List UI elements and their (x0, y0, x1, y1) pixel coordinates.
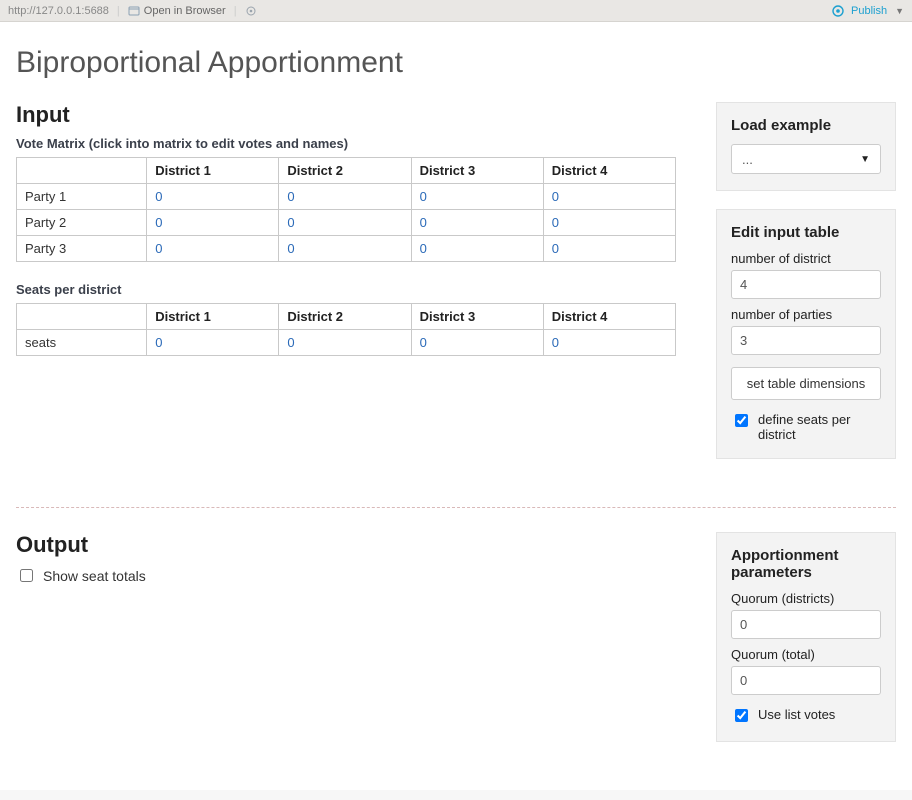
input-sidebar: Load example ... ▼ Edit input table numb… (716, 102, 896, 477)
load-example-selected: ... (742, 152, 753, 167)
vote-cell[interactable]: 0 (411, 236, 543, 262)
output-heading: Output (16, 532, 682, 558)
vote-cell[interactable]: 0 (147, 210, 279, 236)
section-divider (16, 507, 896, 508)
vote-matrix-row: Party 1 0 0 0 0 (17, 184, 676, 210)
quorum-districts-label: Quorum (districts) (731, 591, 881, 606)
num-parties-label: number of parties (731, 307, 881, 322)
gear-icon[interactable] (245, 5, 257, 17)
seats-table-corner (17, 304, 147, 330)
vote-cell[interactable]: 0 (543, 210, 675, 236)
browser-icon (128, 5, 140, 17)
load-example-select[interactable]: ... ▼ (731, 144, 881, 174)
vote-cell[interactable]: 0 (147, 236, 279, 262)
apportionment-params-title: Apportionment parameters (731, 547, 881, 581)
seats-table: District 1 District 2 District 3 Distric… (16, 303, 676, 356)
vote-cell[interactable]: 0 (279, 210, 411, 236)
publish-icon (831, 4, 845, 18)
district-header[interactable]: District 3 (411, 304, 543, 330)
define-seats-label: define seats per district (758, 412, 881, 442)
quorum-total-input[interactable] (731, 666, 881, 695)
vote-cell[interactable]: 0 (543, 236, 675, 262)
vote-cell[interactable]: 0 (147, 184, 279, 210)
party-name-cell[interactable]: Party 1 (17, 184, 147, 210)
define-seats-checkbox[interactable] (735, 414, 748, 427)
set-table-dimensions-button[interactable]: set table dimensions (731, 367, 881, 400)
use-list-votes-checkbox[interactable] (735, 709, 748, 722)
seat-cell[interactable]: 0 (543, 330, 675, 356)
seat-cell[interactable]: 0 (279, 330, 411, 356)
output-section: Output Show seat totals (16, 532, 682, 760)
toolbar-separator-2: | (234, 5, 237, 17)
page-title: Biproportional Apportionment (16, 46, 896, 80)
vote-matrix-row: Party 3 0 0 0 0 (17, 236, 676, 262)
district-header[interactable]: District 4 (543, 158, 675, 184)
chevron-down-icon: ▼ (860, 154, 870, 165)
open-in-browser-label: Open in Browser (144, 5, 226, 17)
edit-input-table-panel: Edit input table number of district numb… (716, 209, 896, 459)
district-header[interactable]: District 1 (147, 304, 279, 330)
open-in-browser-link[interactable]: Open in Browser (128, 5, 226, 17)
show-seat-totals-row: Show seat totals (16, 566, 682, 585)
vote-matrix-corner (17, 158, 147, 184)
seats-per-district-label: Seats per district (16, 282, 682, 297)
app-toolbar: http://127.0.0.1:5688 | Open in Browser … (0, 0, 912, 22)
num-district-input[interactable] (731, 270, 881, 299)
seat-cell[interactable]: 0 (411, 330, 543, 356)
vote-matrix-table: District 1 District 2 District 3 Distric… (16, 157, 676, 262)
vote-cell[interactable]: 0 (279, 236, 411, 262)
quorum-total-label: Quorum (total) (731, 647, 881, 662)
show-seat-totals-checkbox[interactable] (20, 569, 33, 582)
input-section: Input Vote Matrix (click into matrix to … (16, 102, 682, 477)
district-header[interactable]: District 4 (543, 304, 675, 330)
party-name-cell[interactable]: Party 2 (17, 210, 147, 236)
quorum-districts-input[interactable] (731, 610, 881, 639)
output-sidebar: Apportionment parameters Quorum (distric… (716, 532, 896, 760)
load-example-title: Load example (731, 117, 881, 134)
vote-cell[interactable]: 0 (543, 184, 675, 210)
seats-row: seats 0 0 0 0 (17, 330, 676, 356)
vote-matrix-row: Party 2 0 0 0 0 (17, 210, 676, 236)
input-heading: Input (16, 102, 682, 128)
vote-matrix-label: Vote Matrix (click into matrix to edit v… (16, 136, 682, 151)
publish-dropdown-arrow[interactable]: ▼ (895, 6, 904, 16)
apportionment-params-panel: Apportionment parameters Quorum (distric… (716, 532, 896, 742)
edit-input-table-title: Edit input table (731, 224, 881, 241)
party-name-cell[interactable]: Party 3 (17, 236, 147, 262)
district-header[interactable]: District 2 (279, 158, 411, 184)
publish-button[interactable]: Publish (851, 5, 887, 17)
district-header[interactable]: District 1 (147, 158, 279, 184)
toolbar-separator-1: | (117, 5, 120, 17)
toolbar-url: http://127.0.0.1:5688 (8, 5, 109, 17)
vote-cell[interactable]: 0 (411, 210, 543, 236)
use-list-votes-label: Use list votes (758, 707, 835, 722)
seat-cell[interactable]: 0 (147, 330, 279, 356)
num-parties-input[interactable] (731, 326, 881, 355)
publish-label: Publish (851, 5, 887, 17)
district-header[interactable]: District 2 (279, 304, 411, 330)
seats-row-label: seats (17, 330, 147, 356)
vote-cell[interactable]: 0 (279, 184, 411, 210)
show-seat-totals-label: Show seat totals (43, 568, 146, 584)
vote-cell[interactable]: 0 (411, 184, 543, 210)
num-district-label: number of district (731, 251, 881, 266)
load-example-panel: Load example ... ▼ (716, 102, 896, 191)
district-header[interactable]: District 3 (411, 158, 543, 184)
